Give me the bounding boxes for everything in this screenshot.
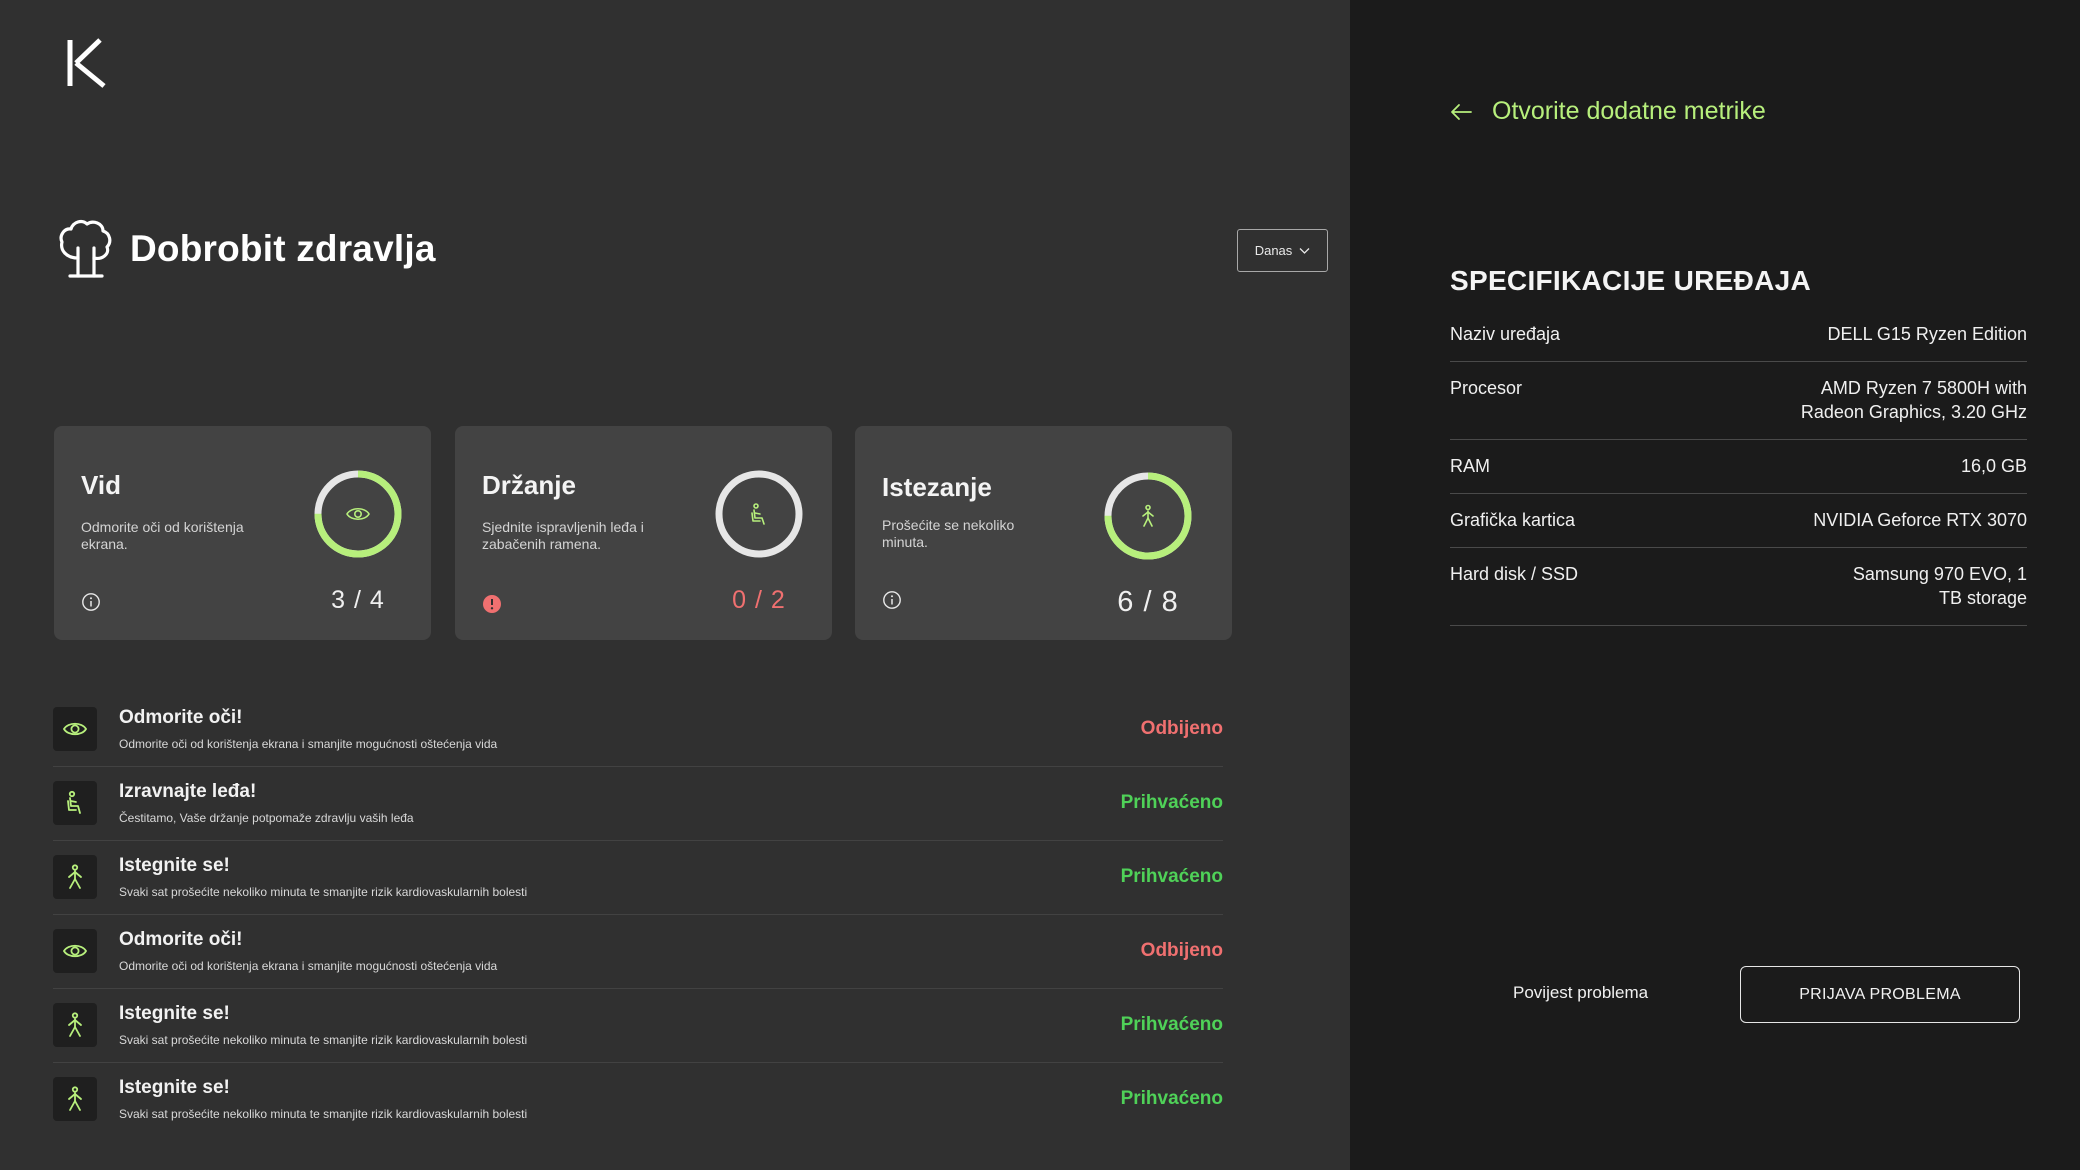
card-description: Odmorite oči od korištenja ekrana. xyxy=(81,519,244,552)
list-item[interactable]: Odmorite oči! Odmorite oči od korištenja… xyxy=(53,915,1223,989)
list-item-title: Istegnite se! xyxy=(119,1003,230,1024)
spec-value: NVIDIA Geforce RTX 3070 xyxy=(1813,510,2027,530)
list-item-title: Istegnite se! xyxy=(119,855,230,876)
card-title: Istezanje xyxy=(882,472,992,502)
card-title: Držanje xyxy=(482,470,576,500)
list-item-description: Svaki sat prošećite nekoliko minuta te s… xyxy=(119,1033,528,1047)
status-badge: Odbijeno xyxy=(1140,940,1223,961)
date-filter-select[interactable]: Danas xyxy=(1237,229,1328,272)
chevron-down-icon xyxy=(1299,247,1310,254)
card-stretching[interactable]: Istezanje Prošećite se nekoliko minuta. … xyxy=(855,426,1232,640)
info-icon[interactable] xyxy=(81,592,101,612)
list-item[interactable]: Istegnite se! Svaki sat prošećite nekoli… xyxy=(53,841,1223,915)
card-posture[interactable]: Držanje Sjednite ispravljenih leđa i zab… xyxy=(455,426,832,640)
card-count: 6 / 8 xyxy=(1117,586,1179,618)
date-filter-value: Danas xyxy=(1254,243,1293,258)
status-badge: Prihvaćeno xyxy=(1120,1014,1223,1035)
spec-label: Grafička kartica xyxy=(1450,510,1576,530)
page-title: Dobrobit zdravlja xyxy=(130,228,436,269)
spec-label: Hard disk / SSD xyxy=(1450,564,1579,584)
status-badge: Prihvaćeno xyxy=(1120,1088,1223,1109)
list-item-title: Izravnajte leđa! xyxy=(119,781,257,802)
spec-value: Samsung 970 EVO, 1 TB storage xyxy=(1852,564,2027,608)
walk-icon xyxy=(1142,504,1154,527)
posture-icon xyxy=(53,781,97,825)
list-item[interactable]: Izravnajte leđa! Čestitamo, Vaše držanje… xyxy=(53,767,1223,841)
progress-ring xyxy=(715,470,803,558)
list-item-description: Odmorite oči od korištenja ekrana i sman… xyxy=(119,737,498,751)
additional-metrics-link[interactable]: Otvorite dodatne metrike xyxy=(1450,97,1766,126)
list-item-description: Svaki sat prošećite nekoliko minuta te s… xyxy=(119,1107,528,1121)
spec-value: AMD Ryzen 7 5800H with Radeon Graphics, … xyxy=(1800,378,2027,422)
additional-metrics-label: Otvorite dodatne metrike xyxy=(1492,97,1766,125)
spec-row-storage: Hard disk / SSD Samsung 970 EVO, 1 TB st… xyxy=(1450,548,2027,626)
card-description: Sjednite ispravljenih leđa i zabačenih r… xyxy=(482,519,644,552)
walk-icon xyxy=(53,855,97,899)
card-count: 3 / 4 xyxy=(331,586,385,614)
spec-value: 16,0 GB xyxy=(1960,456,2027,476)
list-item-title: Odmorite oči! xyxy=(119,929,243,950)
list-item-title: Odmorite oči! xyxy=(119,707,243,728)
list-item-description: Odmorite oči od korištenja ekrana i sman… xyxy=(119,959,498,973)
page-header: Dobrobit zdravlja xyxy=(56,218,436,280)
report-problem-button[interactable]: PRIJAVA PROBLEMA xyxy=(1740,966,2020,1023)
posture-icon xyxy=(751,503,765,525)
device-sidebar: Otvorite dodatne metrike SPECIFIKACIJE U… xyxy=(1350,0,2080,1170)
list-item[interactable]: Odmorite oči! Odmorite oči od korištenja… xyxy=(53,693,1223,767)
progress-ring xyxy=(314,470,402,558)
logo-icon xyxy=(67,38,106,88)
progress-ring xyxy=(1104,472,1192,560)
status-badge: Odbijeno xyxy=(1140,718,1223,739)
status-badge: Prihvaćeno xyxy=(1120,866,1223,887)
walk-icon xyxy=(53,1003,97,1047)
spec-label: Naziv uređaja xyxy=(1450,324,1561,344)
spec-label: Procesor xyxy=(1450,378,1523,398)
list-item-title: Istegnite se! xyxy=(119,1077,230,1098)
list-item[interactable]: Istegnite se! Svaki sat prošećite nekoli… xyxy=(53,1063,1223,1137)
notification-list: Odmorite oči! Odmorite oči od korištenja… xyxy=(53,693,1223,1137)
list-item[interactable]: Istegnite se! Svaki sat prošećite nekoli… xyxy=(53,989,1223,1063)
spec-table: Naziv uređaja DELL G15 Ryzen Edition Pro… xyxy=(1450,308,2027,626)
spec-row-ram: RAM 16,0 GB xyxy=(1450,440,2027,494)
eye-icon xyxy=(346,507,370,521)
spec-label: RAM xyxy=(1450,456,1490,476)
card-vision[interactable]: Vid Odmorite oči od korištenja ekrana. 3… xyxy=(54,426,431,640)
spec-row-device-name: Naziv uređaja DELL G15 Ryzen Edition xyxy=(1450,308,2027,362)
problem-history-link[interactable]: Povijest problema xyxy=(1513,983,1648,1003)
card-description: Prošećite se nekoliko minuta. xyxy=(882,517,1015,550)
spec-title: SPECIFIKACIJE UREĐAJA xyxy=(1450,265,1812,296)
eye-icon xyxy=(53,929,97,973)
tree-icon xyxy=(59,219,112,278)
info-icon[interactable] xyxy=(882,590,902,610)
status-badge: Prihvaćeno xyxy=(1120,792,1223,813)
arrow-left-icon xyxy=(1451,103,1472,120)
walk-icon xyxy=(53,1077,97,1121)
card-count: 0 / 2 xyxy=(732,586,786,614)
alert-icon[interactable] xyxy=(482,594,502,614)
spec-value: DELL G15 Ryzen Edition xyxy=(1827,324,2027,344)
card-title: Vid xyxy=(81,470,121,500)
list-item-description: Čestitamo, Vaše držanje potpomaže zdravl… xyxy=(119,811,414,825)
list-item-description: Svaki sat prošećite nekoliko minuta te s… xyxy=(119,885,528,899)
eye-icon xyxy=(53,707,97,751)
main-panel: Dobrobit zdravlja Danas Vid Odmorite oči… xyxy=(0,0,1350,1170)
spec-row-processor: Procesor AMD Ryzen 7 5800H with Radeon G… xyxy=(1450,362,2027,440)
spec-row-gpu: Grafička kartica NVIDIA Geforce RTX 3070 xyxy=(1450,494,2027,548)
